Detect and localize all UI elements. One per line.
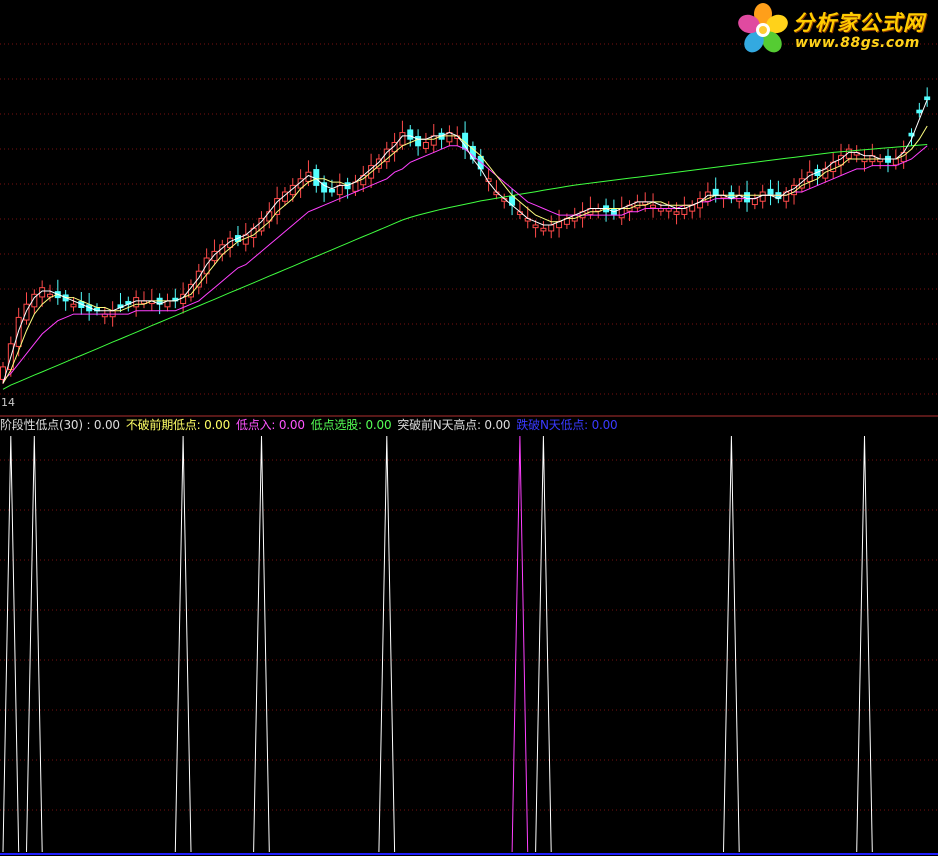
moving-average-lines	[2, 99, 928, 390]
candle-body	[650, 204, 657, 209]
legend-item: 不破前期低点: 0.00	[125, 418, 231, 432]
candle-body	[407, 129, 414, 140]
candle-body	[70, 303, 77, 308]
indicator-spike	[26, 435, 43, 853]
legend-item: 跌破N天低点: 0.00	[516, 418, 618, 432]
candle-body	[540, 227, 547, 232]
indicator-spike	[378, 435, 396, 853]
axis-value-label: 14	[1, 396, 15, 409]
candle-body	[446, 132, 453, 143]
candle-body	[203, 257, 210, 275]
candle-body	[744, 192, 751, 203]
candle-body	[751, 198, 758, 206]
price-gridlines	[0, 43, 938, 395]
candle-body	[618, 208, 625, 219]
candle-body	[673, 211, 680, 215]
candle-body	[892, 158, 899, 166]
indicator-spike	[174, 435, 192, 853]
candle-body	[328, 188, 335, 193]
candle-body	[924, 96, 931, 101]
candle-body	[759, 191, 766, 202]
candle-body	[548, 224, 555, 232]
indicator-spike	[856, 435, 873, 853]
indicator-spike	[723, 435, 740, 853]
ma-mid-line	[2, 125, 928, 384]
indicator-spike	[535, 435, 552, 853]
flower-logo-icon	[738, 3, 788, 53]
candle-body	[313, 169, 320, 186]
candlestick-series	[0, 87, 931, 385]
candle-body	[422, 142, 429, 149]
candle-body	[532, 224, 539, 229]
legend-item: 突破前N天高点: 0.00	[397, 418, 511, 432]
indicator-spike	[2, 435, 20, 853]
legend-item: 低点入: 0.00	[236, 418, 305, 432]
site-logo: 分析家公式网 www.88gs.com	[736, 2, 936, 56]
logo-url: www.88gs.com	[795, 35, 920, 51]
candle-body	[681, 208, 688, 215]
candle-body	[712, 188, 719, 196]
candle-body	[242, 234, 249, 245]
candle-body	[916, 109, 923, 114]
ma-long-line	[2, 145, 928, 381]
legend-item: 低点选股: 0.00	[310, 418, 392, 432]
candle-body	[767, 188, 774, 196]
indicator-legend: 阶段性低点(30) : 0.00 不破前期低点: 0.00 低点入: 0.00 低点选…	[0, 417, 624, 433]
logo-title: 分析家公式网	[793, 11, 925, 35]
ma-60-line	[2, 144, 928, 390]
candle-body	[352, 181, 359, 192]
candle-body	[336, 184, 343, 196]
candle-body	[430, 135, 437, 146]
indicator-spike	[253, 435, 270, 853]
indicator-spike	[511, 435, 529, 853]
indicator-spikes	[2, 435, 873, 853]
legend-item: 阶段性低点(30) : 0.00	[0, 418, 120, 432]
indicator-gridlines	[0, 459, 938, 811]
